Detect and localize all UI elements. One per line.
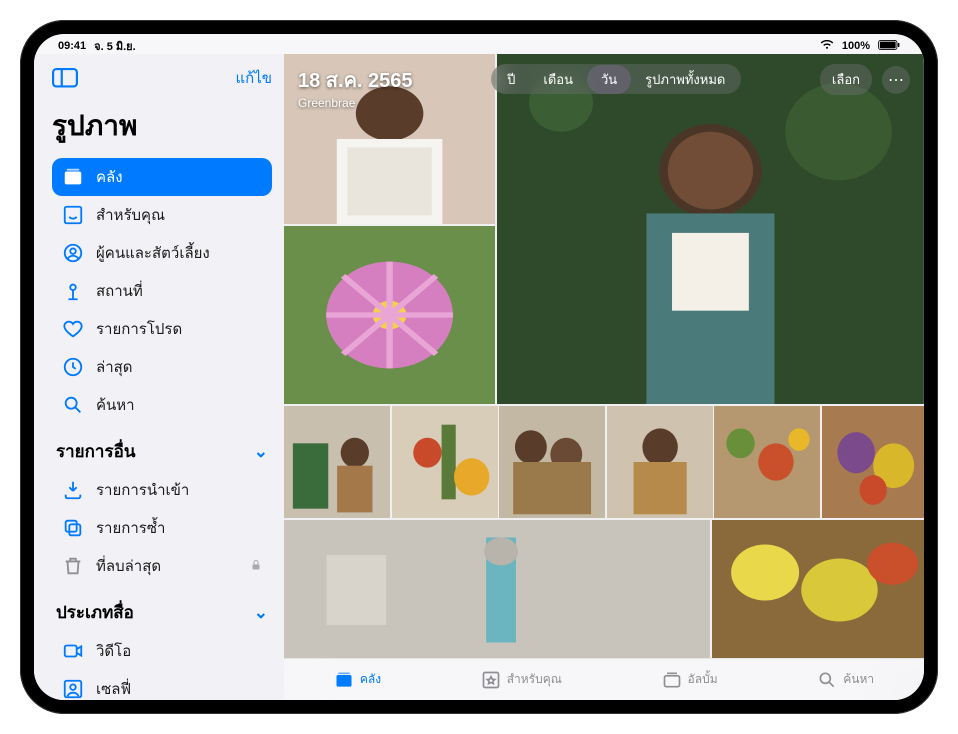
photo-thumb[interactable] <box>712 520 924 658</box>
photo-thumb[interactable] <box>284 406 390 518</box>
duplicate-icon <box>62 517 84 539</box>
tab-library[interactable]: คลัง <box>334 670 381 690</box>
sidebar-item-people[interactable]: ผู้คนและสัตว์เลี้ยง <box>52 234 272 272</box>
sidebar-item-imports[interactable]: รายการนำเข้า <box>52 471 272 509</box>
tab-albums[interactable]: อัลบั้ม <box>662 670 718 690</box>
seg-years[interactable]: ปี <box>493 65 529 94</box>
photo-thumb[interactable] <box>607 406 713 518</box>
sidebar-item-duplicates[interactable]: รายการซ้ำ <box>52 509 272 547</box>
content: แก้ไข รูปภาพ คลัง สำหรับคุณ ผู้คนและสัตว… <box>34 54 924 700</box>
people-icon <box>62 242 84 264</box>
sidebar-item-search[interactable]: ค้นหา <box>52 386 272 424</box>
sidebar-toggle-icon[interactable] <box>52 68 78 88</box>
photo-thumb[interactable] <box>499 406 605 518</box>
video-icon <box>62 640 84 662</box>
sidebar-title: รูปภาพ <box>52 104 272 148</box>
photo-grid[interactable] <box>284 54 924 658</box>
sidebar-item-foryou[interactable]: สำหรับคุณ <box>52 196 272 234</box>
sidebar-label: สำหรับคุณ <box>96 203 165 227</box>
seg-all[interactable]: รูปภาพทั้งหมด <box>631 65 739 94</box>
sidebar-item-selfies[interactable]: เซลฟี่ <box>52 670 272 700</box>
section-media[interactable]: ประเภทสื่อ ⌄ <box>52 585 272 632</box>
header-location: Greenbrae <box>298 96 413 110</box>
albums-icon <box>662 670 682 690</box>
sidebar-label: สถานที่ <box>96 279 143 303</box>
photo-thumb[interactable] <box>392 406 498 518</box>
tab-foryou[interactable]: สำหรับคุณ <box>481 670 562 690</box>
search-icon <box>817 670 837 690</box>
sidebar-item-favorites[interactable]: รายการโปรด <box>52 310 272 348</box>
tab-label: ค้นหา <box>843 670 874 689</box>
foryou-icon <box>62 204 84 226</box>
status-time: 09:41 <box>58 40 86 52</box>
chevron-down-icon: ⌄ <box>254 442 268 462</box>
tab-label: สำหรับคุณ <box>507 670 562 689</box>
photo-thumb[interactable] <box>822 406 924 518</box>
main-panel: 18 ส.ค. 2565 Greenbrae ปี เดือน วัน รูปภ… <box>284 54 924 700</box>
sidebar: แก้ไข รูปภาพ คลัง สำหรับคุณ ผู้คนและสัตว… <box>34 54 284 700</box>
seg-days[interactable]: วัน <box>587 65 631 94</box>
import-icon <box>62 479 84 501</box>
sidebar-label: เซลฟี่ <box>96 677 131 700</box>
battery-text: 100% <box>842 40 870 52</box>
seg-months[interactable]: เดือน <box>529 65 587 94</box>
library-icon <box>334 670 354 690</box>
clock-icon <box>62 356 84 378</box>
trash-icon <box>62 555 84 577</box>
view-segmented-control[interactable]: ปี เดือน วัน รูปภาพทั้งหมด <box>491 64 741 94</box>
tab-label: อัลบั้ม <box>688 670 718 689</box>
sidebar-label: รายการโปรด <box>96 317 182 341</box>
sidebar-item-videos[interactable]: วิดีโอ <box>52 632 272 670</box>
ellipsis-icon: ⋯ <box>888 70 904 90</box>
search-icon <box>62 394 84 416</box>
status-bar: 09:41 จ. 5 มิ.ย. 100% <box>34 34 924 54</box>
sidebar-item-deleted[interactable]: ที่ลบล่าสุด <box>52 547 272 585</box>
sidebar-label: คลัง <box>96 165 123 189</box>
photo-thumb[interactable] <box>497 54 924 404</box>
sidebar-label: ค้นหา <box>96 393 135 417</box>
tab-label: คลัง <box>360 670 381 689</box>
foryou-icon <box>481 670 501 690</box>
places-icon <box>62 280 84 302</box>
sidebar-label: รายการซ้ำ <box>96 516 165 540</box>
select-button[interactable]: เลือก <box>820 64 872 95</box>
photo-thumb[interactable] <box>284 520 710 658</box>
heart-icon <box>62 318 84 340</box>
sidebar-item-recents[interactable]: ล่าสุด <box>52 348 272 386</box>
photo-thumb[interactable] <box>714 406 820 518</box>
status-date: จ. 5 มิ.ย. <box>94 37 136 55</box>
screen: 09:41 จ. 5 มิ.ย. 100% แก้ไข รูปภาพ <box>34 34 924 700</box>
chevron-down-icon: ⌄ <box>254 603 268 623</box>
more-button[interactable]: ⋯ <box>882 66 910 94</box>
sidebar-item-library[interactable]: คลัง <box>52 158 272 196</box>
ipad-frame: 09:41 จ. 5 มิ.ย. 100% แก้ไข รูปภาพ <box>20 20 938 714</box>
battery-icon <box>878 40 900 53</box>
section-other[interactable]: รายการอื่น ⌄ <box>52 424 272 471</box>
photo-thumb[interactable] <box>284 226 495 404</box>
header-date: 18 ส.ค. 2565 <box>298 64 413 96</box>
library-icon <box>62 166 84 188</box>
sidebar-label: รายการนำเข้า <box>96 478 189 502</box>
sidebar-label: ที่ลบล่าสุด <box>96 554 161 578</box>
sidebar-label: ล่าสุด <box>96 355 133 379</box>
wifi-icon <box>820 40 834 53</box>
sidebar-item-places[interactable]: สถานที่ <box>52 272 272 310</box>
edit-button[interactable]: แก้ไข <box>235 66 272 90</box>
sidebar-label: วิดีโอ <box>96 639 131 663</box>
sidebar-label: ผู้คนและสัตว์เลี้ยง <box>96 241 210 265</box>
selfie-icon <box>62 678 84 700</box>
lock-icon <box>250 558 262 575</box>
tab-search[interactable]: ค้นหา <box>817 670 874 690</box>
